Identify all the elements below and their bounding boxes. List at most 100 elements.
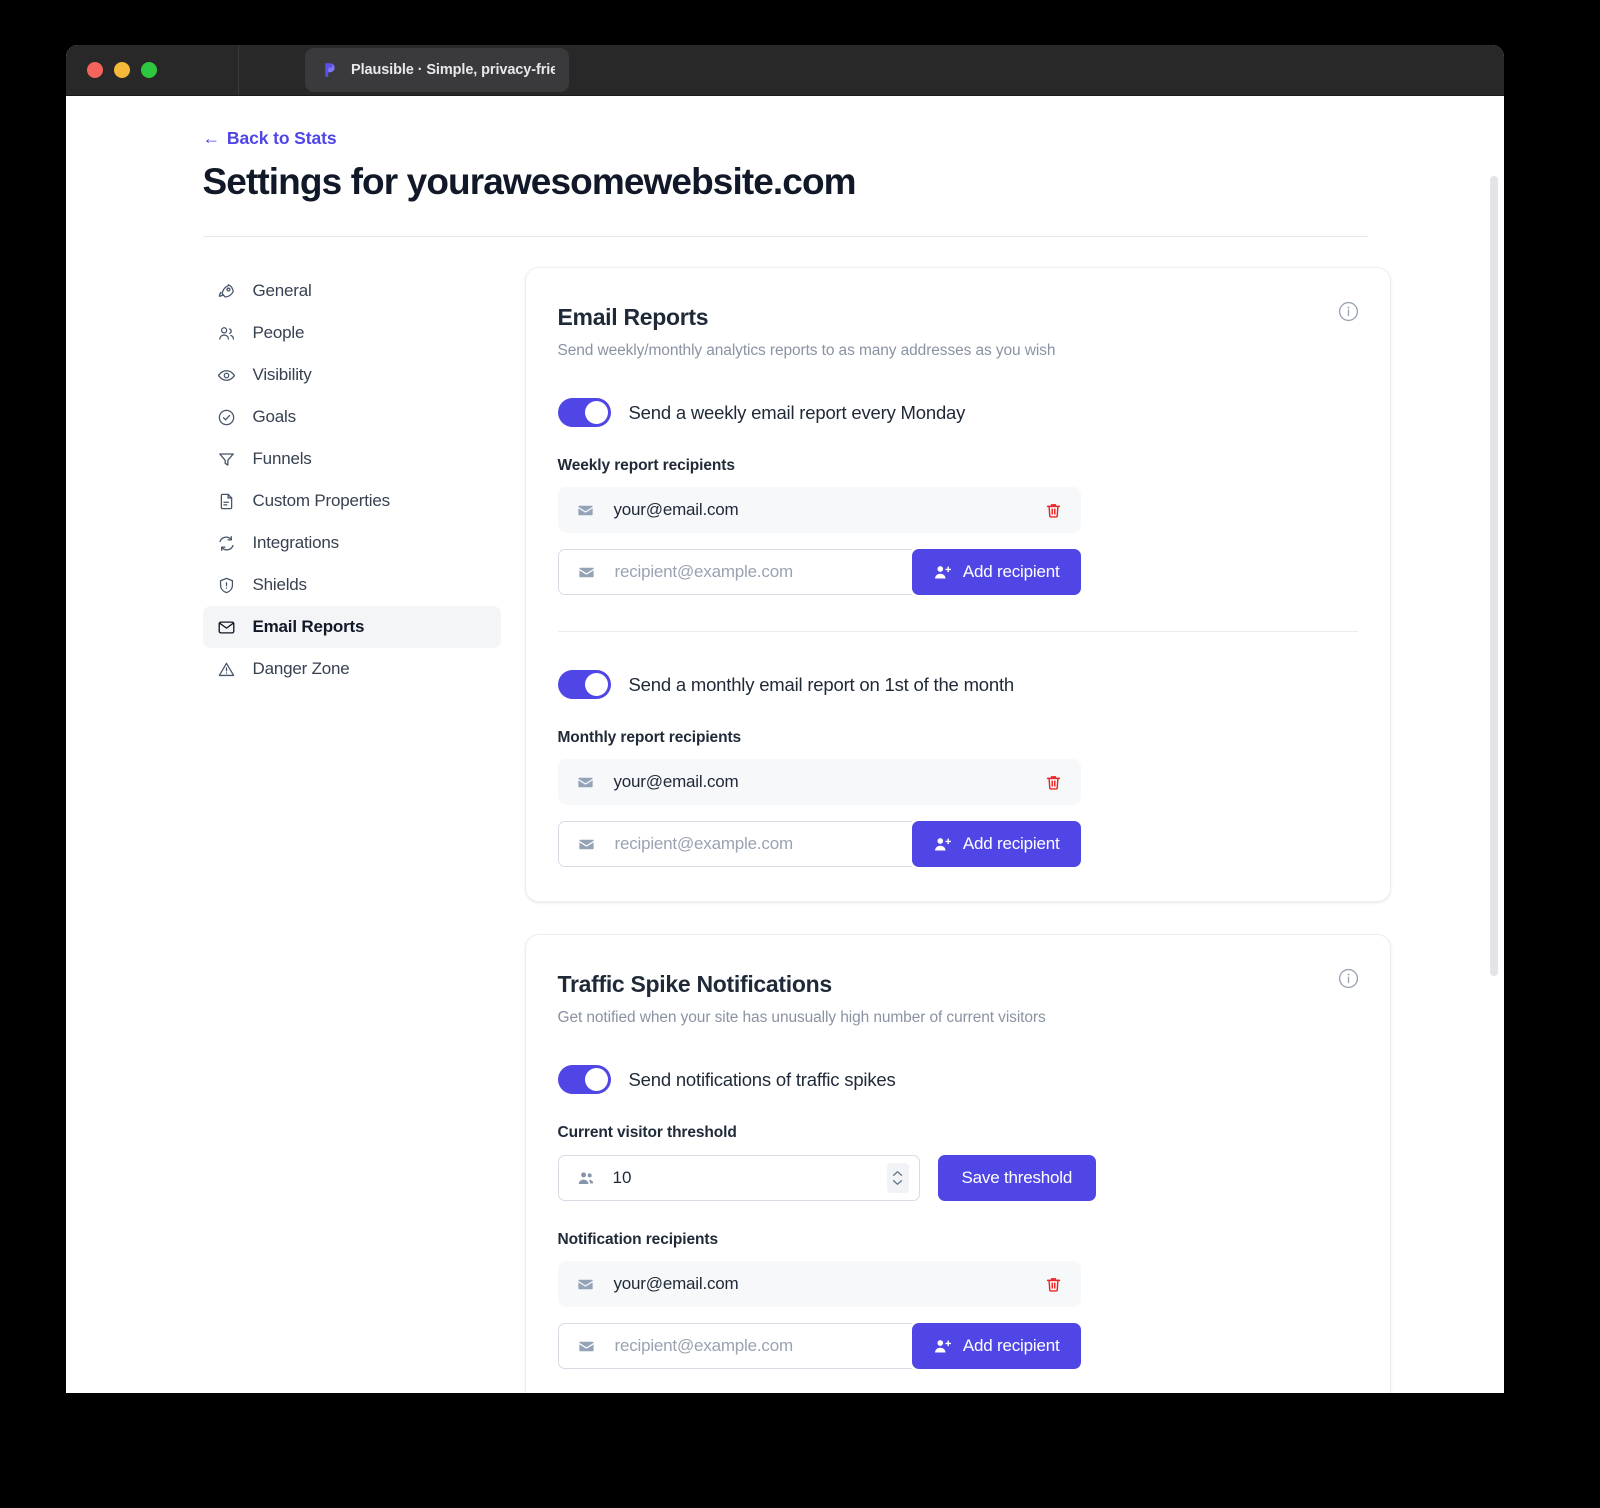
traffic-spike-toggle-row: Send notifications of traffic spikes	[557, 1065, 1358, 1094]
maximize-button[interactable]	[141, 62, 157, 78]
monthly-recipient-email: your@email.com	[613, 772, 739, 791]
sidebar-item-funnels[interactable]: Funnels	[203, 438, 501, 480]
traffic-spike-title: Traffic Spike Notifications	[557, 971, 833, 997]
sidebar-item-label: Email Reports	[252, 617, 365, 636]
monthly-recipient-input[interactable]	[614, 834, 896, 854]
traffic-spike-subtitle: Get notified when your site has unusuall…	[557, 1009, 1046, 1026]
info-circle-icon[interactable]	[1337, 300, 1360, 323]
browser-tab[interactable]: Plausible · Simple, privacy-frien	[305, 48, 569, 92]
header-divider	[202, 236, 1368, 237]
notification-recipient-email: your@email.com	[613, 1274, 739, 1293]
close-button[interactable]	[87, 62, 103, 78]
document-icon	[217, 491, 237, 511]
weekly-report-toggle[interactable]	[557, 398, 611, 427]
notification-recipients-label: Notification recipients	[557, 1231, 719, 1248]
page-viewport: ← Back to Stats Settings for yourawesome…	[66, 96, 1504, 1393]
settings-sidebar: General People Visibility Goals Funnels …	[202, 267, 501, 690]
notification-recipient-row: your@email.com	[557, 1261, 1081, 1307]
weekly-recipient-input-wrap[interactable]	[557, 549, 912, 595]
monthly-add-recipient-row: Add recipient	[557, 821, 1081, 867]
threshold-input[interactable]	[612, 1168, 887, 1188]
weekly-add-recipient-label: Add recipient	[962, 562, 1060, 581]
envelope-icon	[576, 500, 596, 520]
sidebar-item-label: People	[252, 323, 305, 342]
person-plus-icon	[933, 1337, 952, 1356]
page-title: Settings for yourawesomewebsite.com	[202, 161, 857, 202]
notification-recipient-input-wrap[interactable]	[557, 1323, 912, 1369]
trash-icon[interactable]	[1043, 771, 1065, 793]
eye-icon	[217, 365, 237, 385]
trash-icon[interactable]	[1043, 499, 1065, 521]
sidebar-item-label: Integrations	[252, 533, 340, 552]
weekly-recipient-row: your@email.com	[557, 487, 1081, 533]
check-circle-icon	[217, 407, 237, 427]
sidebar-item-general[interactable]: General	[203, 270, 501, 312]
threshold-input-wrap[interactable]	[557, 1155, 920, 1201]
sidebar-item-shields[interactable]: Shields	[203, 564, 501, 606]
notification-add-recipient-row: Add recipient	[557, 1323, 1081, 1369]
weekly-add-recipient-row: Add recipient	[557, 549, 1081, 595]
sidebar-item-label: Danger Zone	[252, 659, 350, 678]
monthly-report-toggle-row: Send a monthly email report on 1st of th…	[557, 670, 1358, 699]
sidebar-item-visibility[interactable]: Visibility	[203, 354, 501, 396]
monthly-report-toggle-label: Send a monthly email report on 1st of th…	[628, 673, 1015, 695]
traffic-spike-toggle[interactable]	[557, 1065, 611, 1094]
threshold-stepper[interactable]	[886, 1163, 909, 1193]
sidebar-item-integrations[interactable]: Integrations	[203, 522, 501, 564]
monthly-recipient-input-wrap[interactable]	[557, 821, 912, 867]
envelope-icon	[576, 1274, 596, 1294]
envelope-icon	[577, 562, 597, 582]
refresh-icon	[217, 533, 237, 553]
traffic-spike-toggle-label: Send notifications of traffic spikes	[628, 1068, 896, 1090]
sidebar-item-goals[interactable]: Goals	[203, 396, 501, 438]
monthly-recipients-label: Monthly report recipients	[557, 729, 742, 746]
settings-page: ← Back to Stats Settings for yourawesome…	[66, 96, 1504, 1393]
weekly-report-toggle-label: Send a weekly email report every Monday	[628, 401, 966, 423]
card-section-divider	[557, 631, 1358, 632]
scrollbar-thumb[interactable]	[1490, 176, 1498, 976]
person-plus-icon	[933, 835, 952, 854]
shield-icon	[217, 575, 237, 595]
sidebar-item-custom-properties[interactable]: Custom Properties	[203, 480, 501, 522]
sidebar-item-email-reports[interactable]: Email Reports	[202, 606, 501, 648]
weekly-recipient-input[interactable]	[614, 562, 896, 582]
mail-icon	[217, 617, 237, 637]
person-plus-icon	[933, 563, 952, 582]
back-to-stats-link[interactable]: ← Back to Stats	[203, 128, 337, 149]
weekly-recipients-label: Weekly report recipients	[557, 457, 735, 474]
info-circle-icon[interactable]	[1337, 967, 1360, 990]
weekly-report-toggle-row: Send a weekly email report every Monday	[557, 398, 1358, 427]
monthly-add-recipient-button[interactable]: Add recipient	[911, 821, 1081, 867]
rocket-icon	[217, 281, 237, 301]
people-filled-icon	[577, 1168, 597, 1188]
sidebar-item-danger-zone[interactable]: Danger Zone	[203, 648, 501, 690]
envelope-icon	[576, 772, 596, 792]
trash-icon[interactable]	[1043, 1273, 1065, 1295]
minimize-button[interactable]	[114, 62, 130, 78]
funnel-icon	[217, 449, 237, 469]
browser-window: Plausible · Simple, privacy-frien ← Back…	[66, 45, 1504, 1393]
content-container: ← Back to Stats Settings for yourawesome…	[202, 128, 1391, 1393]
weekly-add-recipient-button[interactable]: Add recipient	[911, 549, 1081, 595]
notification-recipient-input[interactable]	[614, 1336, 896, 1356]
email-reports-card: Email Reports Send weekly/monthly analyt…	[524, 267, 1391, 902]
back-arrow-icon: ←	[202, 128, 221, 148]
envelope-icon	[577, 834, 597, 854]
notification-add-recipient-button[interactable]: Add recipient	[911, 1323, 1081, 1369]
window-controls	[66, 45, 239, 95]
sidebar-item-people[interactable]: People	[203, 312, 501, 354]
monthly-report-toggle[interactable]	[557, 670, 611, 699]
save-threshold-button[interactable]: Save threshold	[937, 1155, 1097, 1201]
settings-main-column: Email Reports Send weekly/monthly analyt…	[501, 267, 1391, 1393]
traffic-spike-card: Traffic Spike Notifications Get notified…	[524, 934, 1391, 1393]
browser-title-bar: Plausible · Simple, privacy-frien	[66, 45, 1504, 96]
threshold-row: Save threshold	[557, 1155, 1358, 1201]
plausible-logo-icon	[319, 60, 339, 80]
monthly-recipient-row: your@email.com	[557, 759, 1081, 805]
threshold-label: Current visitor threshold	[557, 1124, 737, 1141]
tab-strip: Plausible · Simple, privacy-frien	[239, 45, 1504, 95]
sidebar-item-label: General	[252, 281, 312, 300]
weekly-recipient-email: your@email.com	[613, 500, 739, 519]
email-reports-subtitle: Send weekly/monthly analytics reports to…	[557, 342, 1056, 359]
people-icon	[217, 323, 237, 343]
